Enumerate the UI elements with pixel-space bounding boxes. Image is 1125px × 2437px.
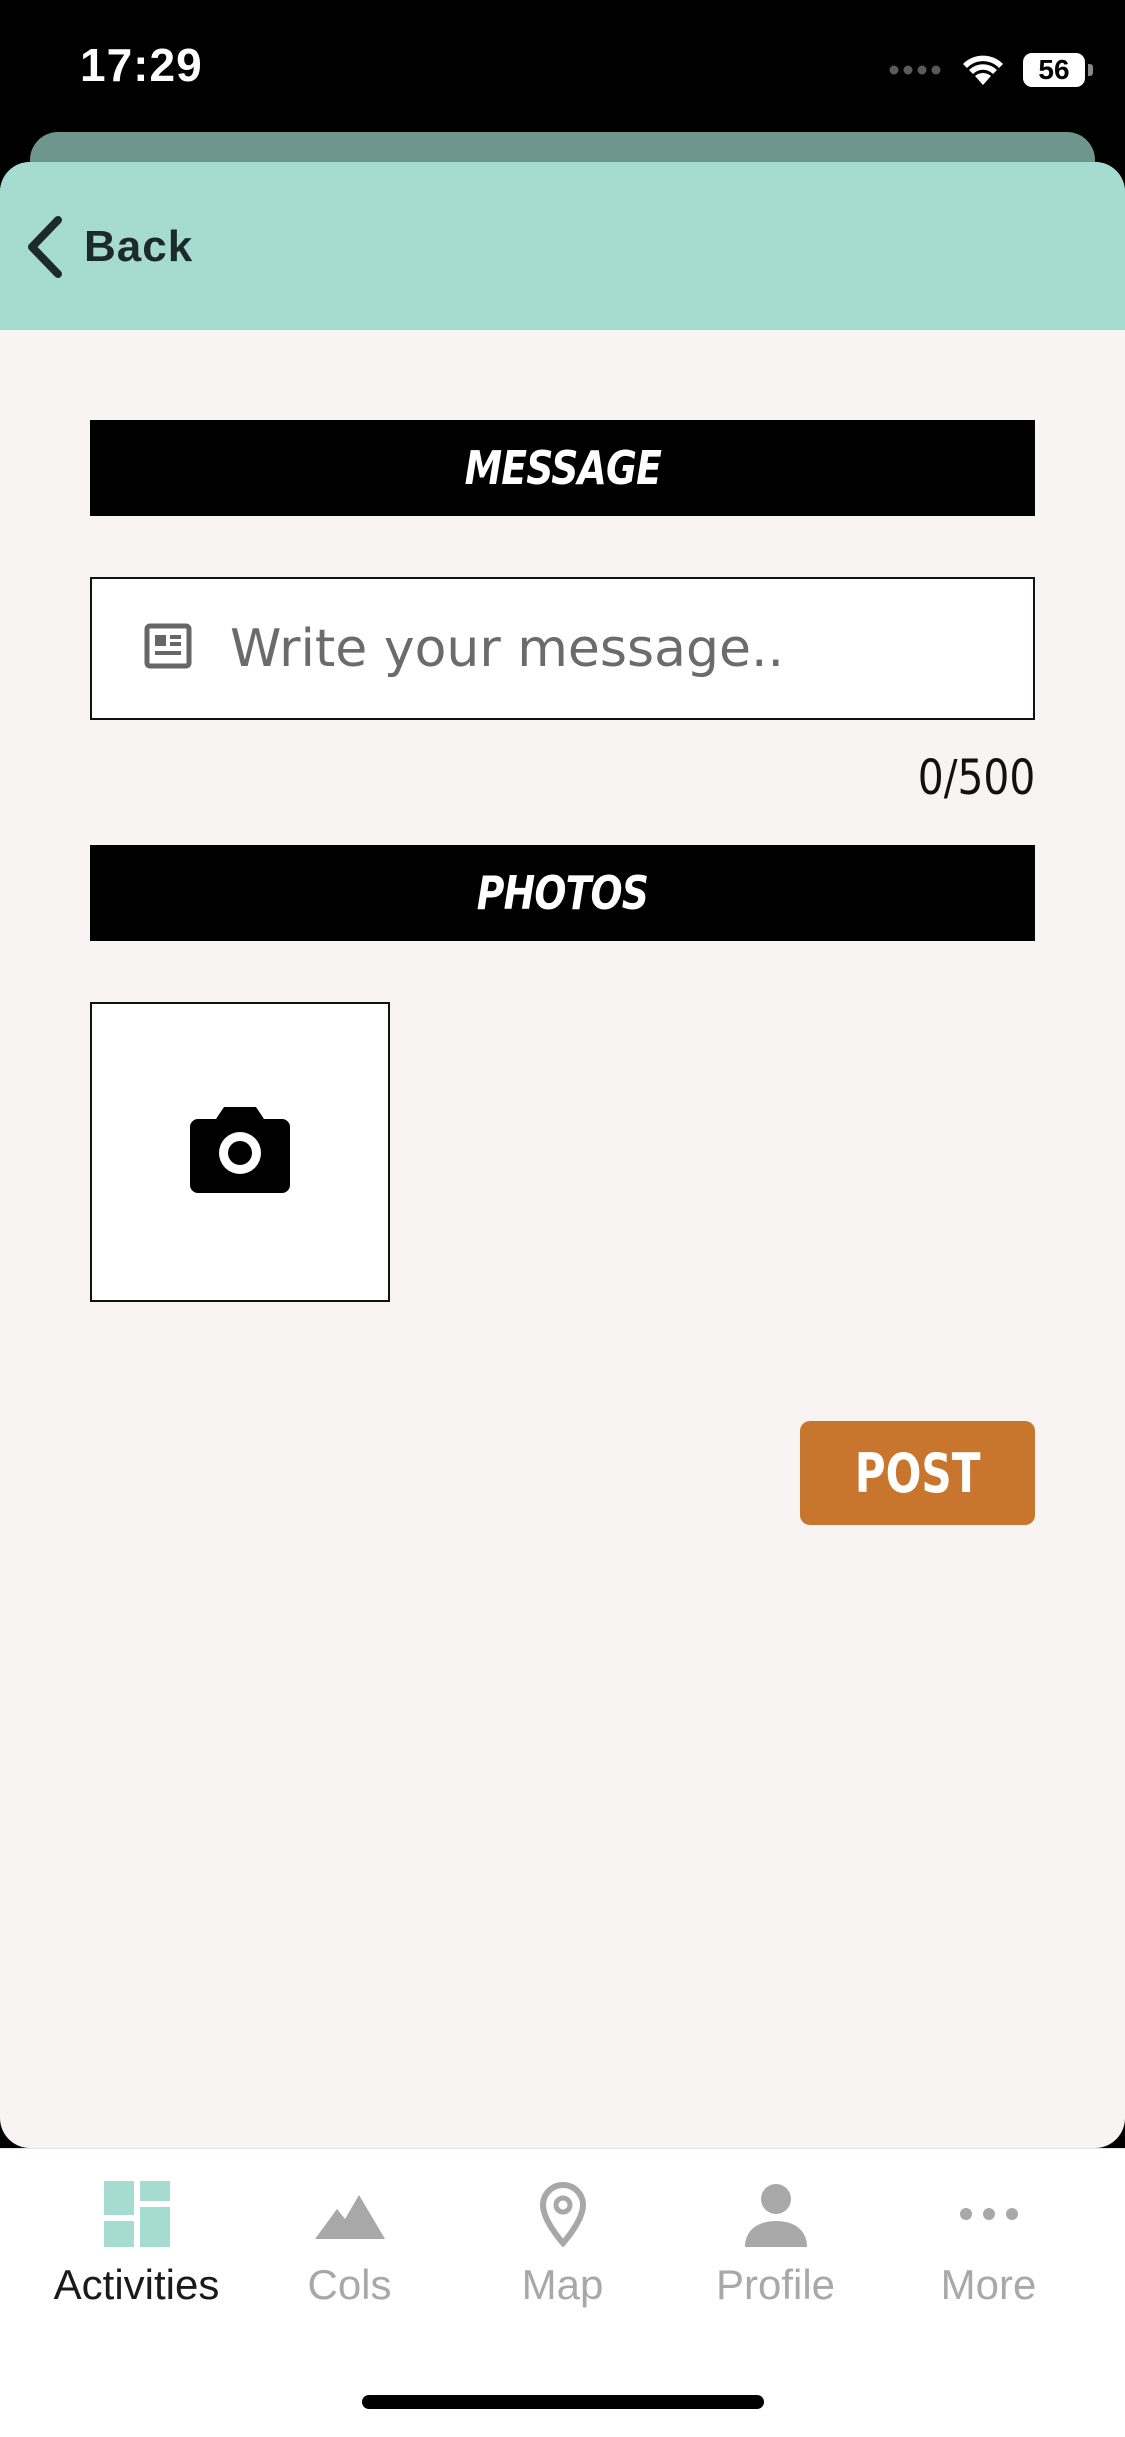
photos-section-title: PHOTOS [90,845,1035,941]
character-counter: 0/500 [917,750,1035,806]
post-sheet: Back MESSAGE 0/500 PHOTOS POST [0,162,1125,2148]
dashboard-icon [104,2181,170,2247]
mountain-icon [315,2195,385,2239]
tab-label-map: Map [521,2261,604,2308]
back-button[interactable]: Back [22,212,193,282]
article-icon [144,623,192,669]
camera-icon [190,1107,290,1193]
message-input[interactable] [230,599,1010,699]
chevron-left-icon [28,216,62,278]
tab-map[interactable]: Map [450,2179,675,2329]
message-section-label: MESSAGE [464,441,661,495]
more-dots-icon [960,2208,1018,2220]
tab-label-cols: Cols [307,2261,392,2308]
person-icon [745,2184,807,2247]
tab-profile[interactable]: Profile [663,2179,888,2329]
status-indicators: 56 [889,48,1093,92]
back-label: Back [84,222,194,271]
battery-icon: 56 [1023,53,1093,87]
home-indicator [362,2395,764,2409]
wifi-icon [963,55,1003,85]
post-button-label: POST [854,1441,981,1505]
message-section-title: MESSAGE [90,420,1035,516]
photos-section-label: PHOTOS [476,866,649,920]
tab-label-more: More [940,2261,1037,2308]
tab-label-activities: Activities [53,2261,220,2308]
add-photo-button[interactable] [90,1002,390,1302]
status-time: 17:29 [80,39,203,91]
post-button[interactable]: POST [800,1421,1035,1525]
cellular-signal-icon [889,65,941,75]
tab-activities[interactable]: Activities [24,2179,249,2329]
tab-more[interactable]: More [876,2179,1101,2329]
map-pin-icon [539,2181,587,2248]
sheet-header: Back [0,162,1125,330]
battery-level: 56 [1038,54,1070,85]
tab-label-profile: Profile [715,2261,836,2308]
message-field[interactable] [90,577,1035,720]
tab-bar: Activities Cols Map Profile More [0,2148,1125,2437]
tab-cols[interactable]: Cols [237,2179,462,2329]
status-bar: 17:29 56 [0,0,1125,135]
